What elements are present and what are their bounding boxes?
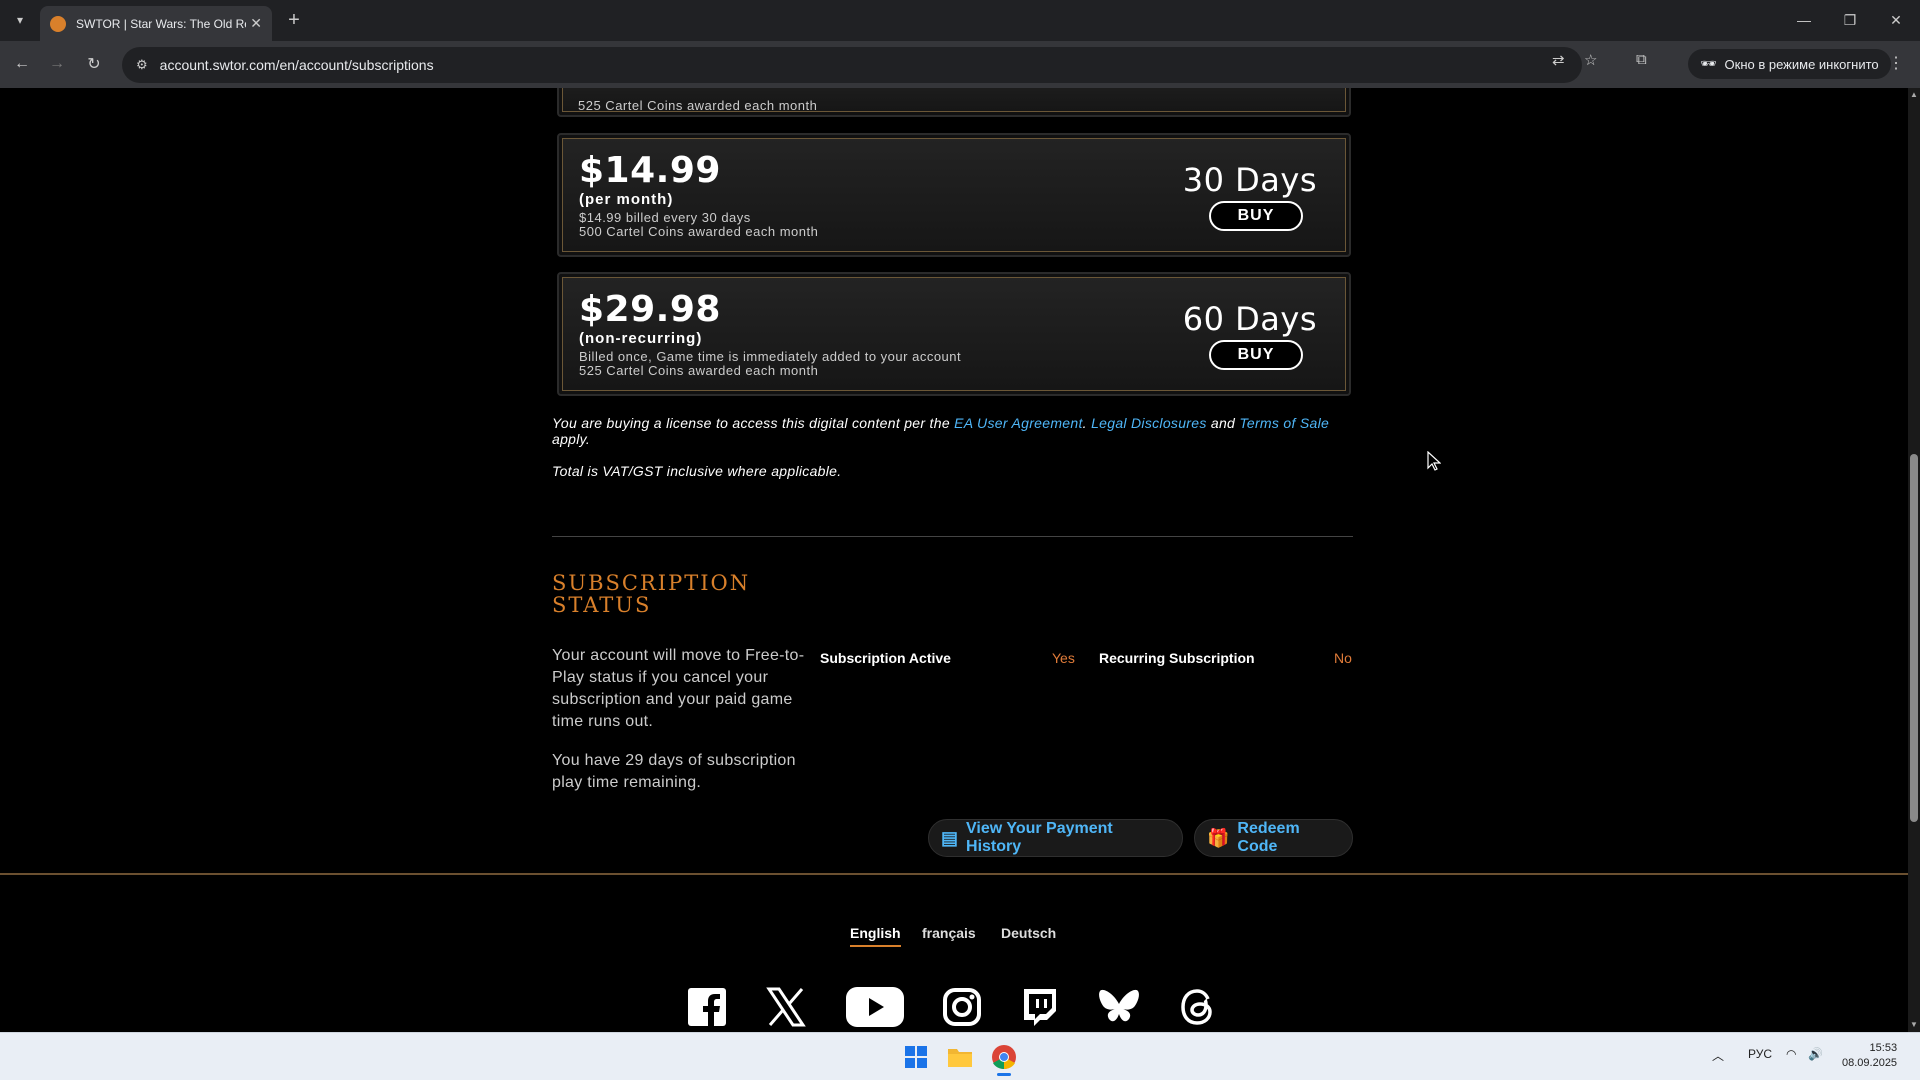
system-clock[interactable]: 15:53 08.09.2025 bbox=[1842, 1041, 1897, 1071]
subscription-active-value: Yes bbox=[1052, 650, 1075, 666]
legal-disclosures-link[interactable]: Legal Disclosures bbox=[1091, 415, 1207, 431]
wifi-icon[interactable]: ◠ bbox=[1786, 1047, 1796, 1061]
tray-overflow-icon[interactable]: ︿ bbox=[1712, 1047, 1724, 1064]
site-info-icon[interactable]: ⚙ bbox=[136, 57, 148, 73]
footer: English français Deutsch bbox=[0, 875, 1908, 1032]
plan-card-30-days: $14.99 (per month) $14.99 billed every 3… bbox=[557, 133, 1351, 257]
apply-text: apply. bbox=[552, 431, 591, 447]
terms-of-sale-link[interactable]: Terms of Sale bbox=[1239, 415, 1329, 431]
plan-days: 60 Days bbox=[1182, 300, 1317, 338]
scroll-thumb[interactable] bbox=[1910, 454, 1918, 822]
extensions-icon[interactable]: ⧉ bbox=[1636, 51, 1647, 68]
plan-card-60-days: $29.98 (non-recurring) Billed once, Game… bbox=[557, 272, 1351, 396]
bluesky-icon[interactable] bbox=[1097, 985, 1141, 1029]
volume-icon[interactable]: 🔊 bbox=[1808, 1047, 1823, 1061]
scroll-down-icon[interactable]: ▼ bbox=[1910, 1020, 1918, 1029]
and-text: and bbox=[1206, 415, 1240, 431]
new-tab-button[interactable]: + bbox=[282, 8, 306, 32]
plan-days: 30 Days bbox=[1182, 161, 1317, 199]
reload-icon[interactable]: ↻ bbox=[82, 52, 106, 76]
restore-icon[interactable]: ❐ bbox=[1838, 8, 1862, 32]
swtor-favicon-icon bbox=[50, 15, 66, 32]
tab-title: SWTOR | Star Wars: The Old Re bbox=[76, 16, 246, 31]
browser-menu-icon[interactable]: ⋮ bbox=[1888, 53, 1904, 73]
minimize-icon[interactable]: — bbox=[1792, 8, 1816, 32]
translate-icon[interactable]: ⇄ bbox=[1552, 51, 1565, 69]
scroll-up-icon[interactable]: ▲ bbox=[1910, 90, 1918, 99]
redeem-code-button[interactable]: 🎁 Redeem Code bbox=[1194, 819, 1353, 857]
input-language[interactable]: РУС bbox=[1748, 1047, 1772, 1061]
threads-icon[interactable] bbox=[1176, 985, 1220, 1029]
browser-tab[interactable]: SWTOR | Star Wars: The Old Re ✕ bbox=[40, 6, 272, 41]
incognito-icon: 🕶 bbox=[1700, 56, 1717, 71]
subscription-status-heading: SUBSCRIPTION STATUS bbox=[552, 571, 751, 617]
back-icon[interactable]: ← bbox=[10, 52, 34, 76]
lang-french[interactable]: français bbox=[922, 925, 976, 941]
address-bar[interactable]: ⚙ account.swtor.com/en/account/subscript… bbox=[122, 47, 1582, 83]
free-to-play-notice: Your account will move to Free-to-Play s… bbox=[552, 647, 805, 730]
instagram-icon[interactable] bbox=[940, 985, 984, 1029]
payment-history-button[interactable]: ▤ View Your Payment History bbox=[928, 819, 1183, 857]
subscription-active-label: Subscription Active bbox=[820, 650, 951, 666]
clock-time: 15:53 bbox=[1869, 1042, 1898, 1054]
chrome-icon[interactable] bbox=[990, 1043, 1018, 1076]
recurring-subscription-value: No bbox=[1334, 650, 1352, 666]
incognito-indicator[interactable]: 🕶 Окно в режиме инкогнито bbox=[1688, 49, 1891, 79]
payment-history-label: View Your Payment History bbox=[966, 820, 1113, 855]
mouse-cursor-icon bbox=[1427, 450, 1442, 476]
browser-tab-bar: ▾ SWTOR | Star Wars: The Old Re ✕ + — ❐ … bbox=[0, 0, 1920, 41]
forward-icon[interactable]: → bbox=[45, 52, 69, 76]
bookmark-star-icon[interactable]: ☆ bbox=[1584, 51, 1597, 69]
separator: . bbox=[1082, 415, 1092, 431]
buy-button[interactable]: BUY bbox=[1209, 201, 1303, 231]
page-scrollbar[interactable]: ▲ ▼ bbox=[1908, 88, 1920, 1032]
plan-card-partial: 525 Cartel Coins awarded each month bbox=[557, 88, 1351, 117]
section-divider bbox=[552, 536, 1353, 537]
active-app-indicator bbox=[997, 1073, 1011, 1076]
page-content: 525 Cartel Coins awarded each month $14.… bbox=[0, 88, 1908, 1032]
incognito-label: Окно в режиме инкогнито bbox=[1724, 56, 1879, 72]
license-notice: You are buying a license to access this … bbox=[552, 415, 1352, 447]
plan-coins-text: 525 Cartel Coins awarded each month bbox=[578, 98, 818, 113]
browser-toolbar: ← → ↻ ⚙ account.swtor.com/en/account/sub… bbox=[0, 41, 1920, 88]
clock-date: 08.09.2025 bbox=[1842, 1057, 1898, 1069]
tab-close-icon[interactable]: ✕ bbox=[250, 15, 262, 32]
x-icon[interactable] bbox=[764, 985, 808, 1029]
buy-button[interactable]: BUY bbox=[1209, 340, 1303, 370]
twitch-icon[interactable] bbox=[1017, 985, 1061, 1029]
vat-notice: Total is VAT/GST inclusive where applica… bbox=[552, 463, 842, 479]
license-text: You are buying a license to access this … bbox=[552, 415, 955, 431]
ea-user-agreement-link[interactable]: EA User Agreement bbox=[954, 415, 1083, 431]
windows-start-icon[interactable] bbox=[902, 1043, 930, 1071]
lang-german[interactable]: Deutsch bbox=[1001, 925, 1056, 941]
redeem-code-label: Redeem Code bbox=[1237, 820, 1300, 855]
tab-search-icon[interactable]: ▾ bbox=[8, 8, 32, 32]
windows-taskbar: ︿ РУС ◠ 🔊 15:53 08.09.2025 bbox=[0, 1032, 1920, 1080]
lang-english[interactable]: English bbox=[850, 925, 901, 947]
file-explorer-icon[interactable] bbox=[946, 1043, 974, 1071]
receipt-icon: ▤ bbox=[941, 827, 959, 848]
gift-icon: 🎁 bbox=[1207, 827, 1230, 848]
youtube-icon[interactable] bbox=[845, 985, 905, 1029]
remaining-time-text: You have 29 days of subscription play ti… bbox=[552, 752, 796, 791]
recurring-subscription-label: Recurring Subscription bbox=[1099, 650, 1255, 666]
url-text: account.swtor.com/en/account/subscriptio… bbox=[159, 57, 434, 73]
close-window-icon[interactable]: ✕ bbox=[1884, 8, 1908, 32]
facebook-icon[interactable] bbox=[685, 985, 729, 1029]
